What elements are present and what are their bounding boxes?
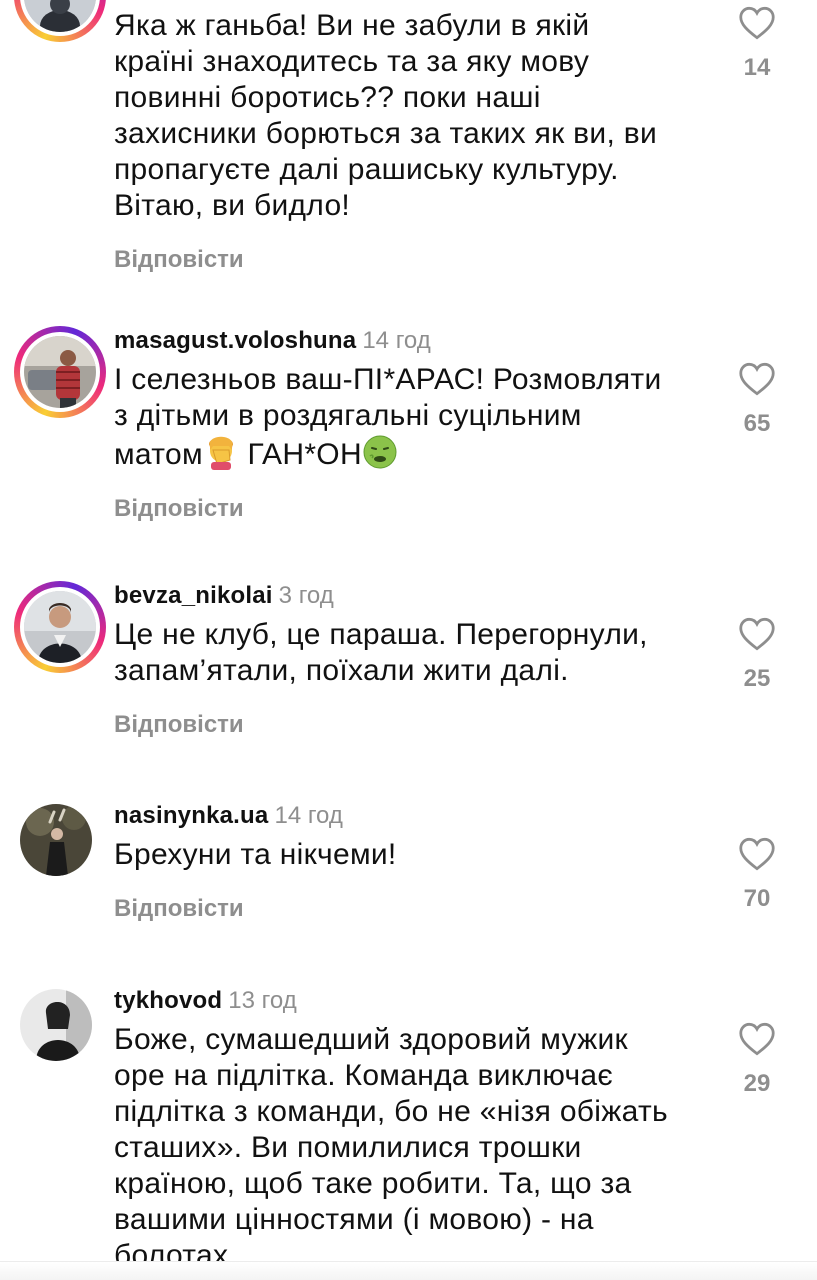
like-count: 14 [743, 54, 771, 81]
like-count: 65 [743, 410, 771, 437]
heart-icon[interactable] [738, 837, 776, 871]
avatar[interactable] [20, 804, 110, 894]
bottom-edge [0, 1261, 817, 1280]
reply-button[interactable]: Відповісти [114, 895, 244, 923]
comment-text-line: Брехуни та нікчеми! [114, 838, 397, 871]
like-count: 25 [743, 665, 771, 692]
reply-button[interactable]: Відповісти [114, 495, 244, 523]
comment-text-line: Вітаю, ви бидло! [114, 189, 351, 222]
comment-text-line: країною, щоб таке робити. Та, що за [114, 1167, 632, 1200]
avatar[interactable] [14, 0, 106, 42]
heart-icon[interactable] [738, 617, 776, 651]
avatar-photo-icon [24, 0, 96, 32]
avatar[interactable] [20, 989, 110, 1079]
comment-text-line: пропагуєте далі рашиську культуру. [114, 153, 619, 186]
heart-icon[interactable] [738, 362, 776, 396]
face-palm-emoji-icon [208, 436, 233, 470]
comment-text-line: запам’ятали, поїхали жити далі. [114, 654, 569, 687]
comment-text-line: вашими цінностями (і мовою) - на [114, 1203, 594, 1236]
avatar-photo-icon [24, 336, 96, 408]
heart-icon[interactable] [738, 6, 776, 40]
comment-timestamp: 14 год [362, 327, 431, 354]
avatar[interactable] [14, 326, 106, 418]
comment-text-line: Яка ж ганьба! Ви не забули в якій [114, 9, 590, 42]
comments-list: Яка ж ганьба! Ви не забули в якій країні… [0, 0, 817, 1280]
comment-text-line: Це не клуб, це параша. Перегорнули, [114, 618, 648, 651]
avatar-photo-icon [20, 989, 92, 1061]
comment-timestamp: 13 год [228, 987, 297, 1014]
comment-username[interactable]: bevza_nikolai [114, 582, 273, 609]
comment-text-fragment: ГАН*ОН [247, 438, 362, 471]
heart-icon[interactable] [738, 1022, 776, 1056]
comment-text-line: оре на підлітка. Команда виключає [114, 1059, 614, 1092]
avatar-photo-icon [24, 591, 96, 663]
comment-text-line: з дітьми в роздягальні суцільним [114, 399, 582, 432]
like-count: 70 [743, 885, 771, 912]
reply-button[interactable]: Відповісти [114, 711, 244, 739]
reply-button[interactable]: Відповісти [114, 246, 244, 274]
avatar-photo-icon [20, 804, 92, 876]
comment-text-line: країні знаходитесь та за яку мову [114, 45, 590, 78]
comment-text-line: сташих». Ви помилилися трошки [114, 1131, 582, 1164]
comment-text-line: І селезньов ваш-ПІ*АРАС! Розмовляти [114, 363, 662, 396]
like-count: 29 [743, 1070, 771, 1097]
comment-username[interactable]: nasinynka.ua [114, 802, 268, 829]
comment-timestamp: 14 год [274, 802, 343, 829]
comment-text-line-with-emoji: матом ГАН*ОН [114, 434, 704, 473]
comment-text-line: захисники борються за таких як ви, ви [114, 117, 658, 150]
comment-text-line: підлітка з команди, бо не «нізя обіжать [114, 1095, 668, 1128]
comment-timestamp: 3 год [278, 582, 334, 609]
comment-text-fragment: матом [114, 438, 203, 471]
comment-text-line: Боже, сумашедший здоровий мужик [114, 1023, 628, 1056]
avatar[interactable] [14, 581, 106, 673]
comment-username[interactable]: tykhovod [114, 987, 222, 1014]
nauseated-face-emoji-icon [363, 435, 397, 469]
comment-username[interactable]: masagust.voloshuna [114, 327, 356, 354]
comment-text-line: повинні боротись?? поки наші [114, 81, 541, 114]
